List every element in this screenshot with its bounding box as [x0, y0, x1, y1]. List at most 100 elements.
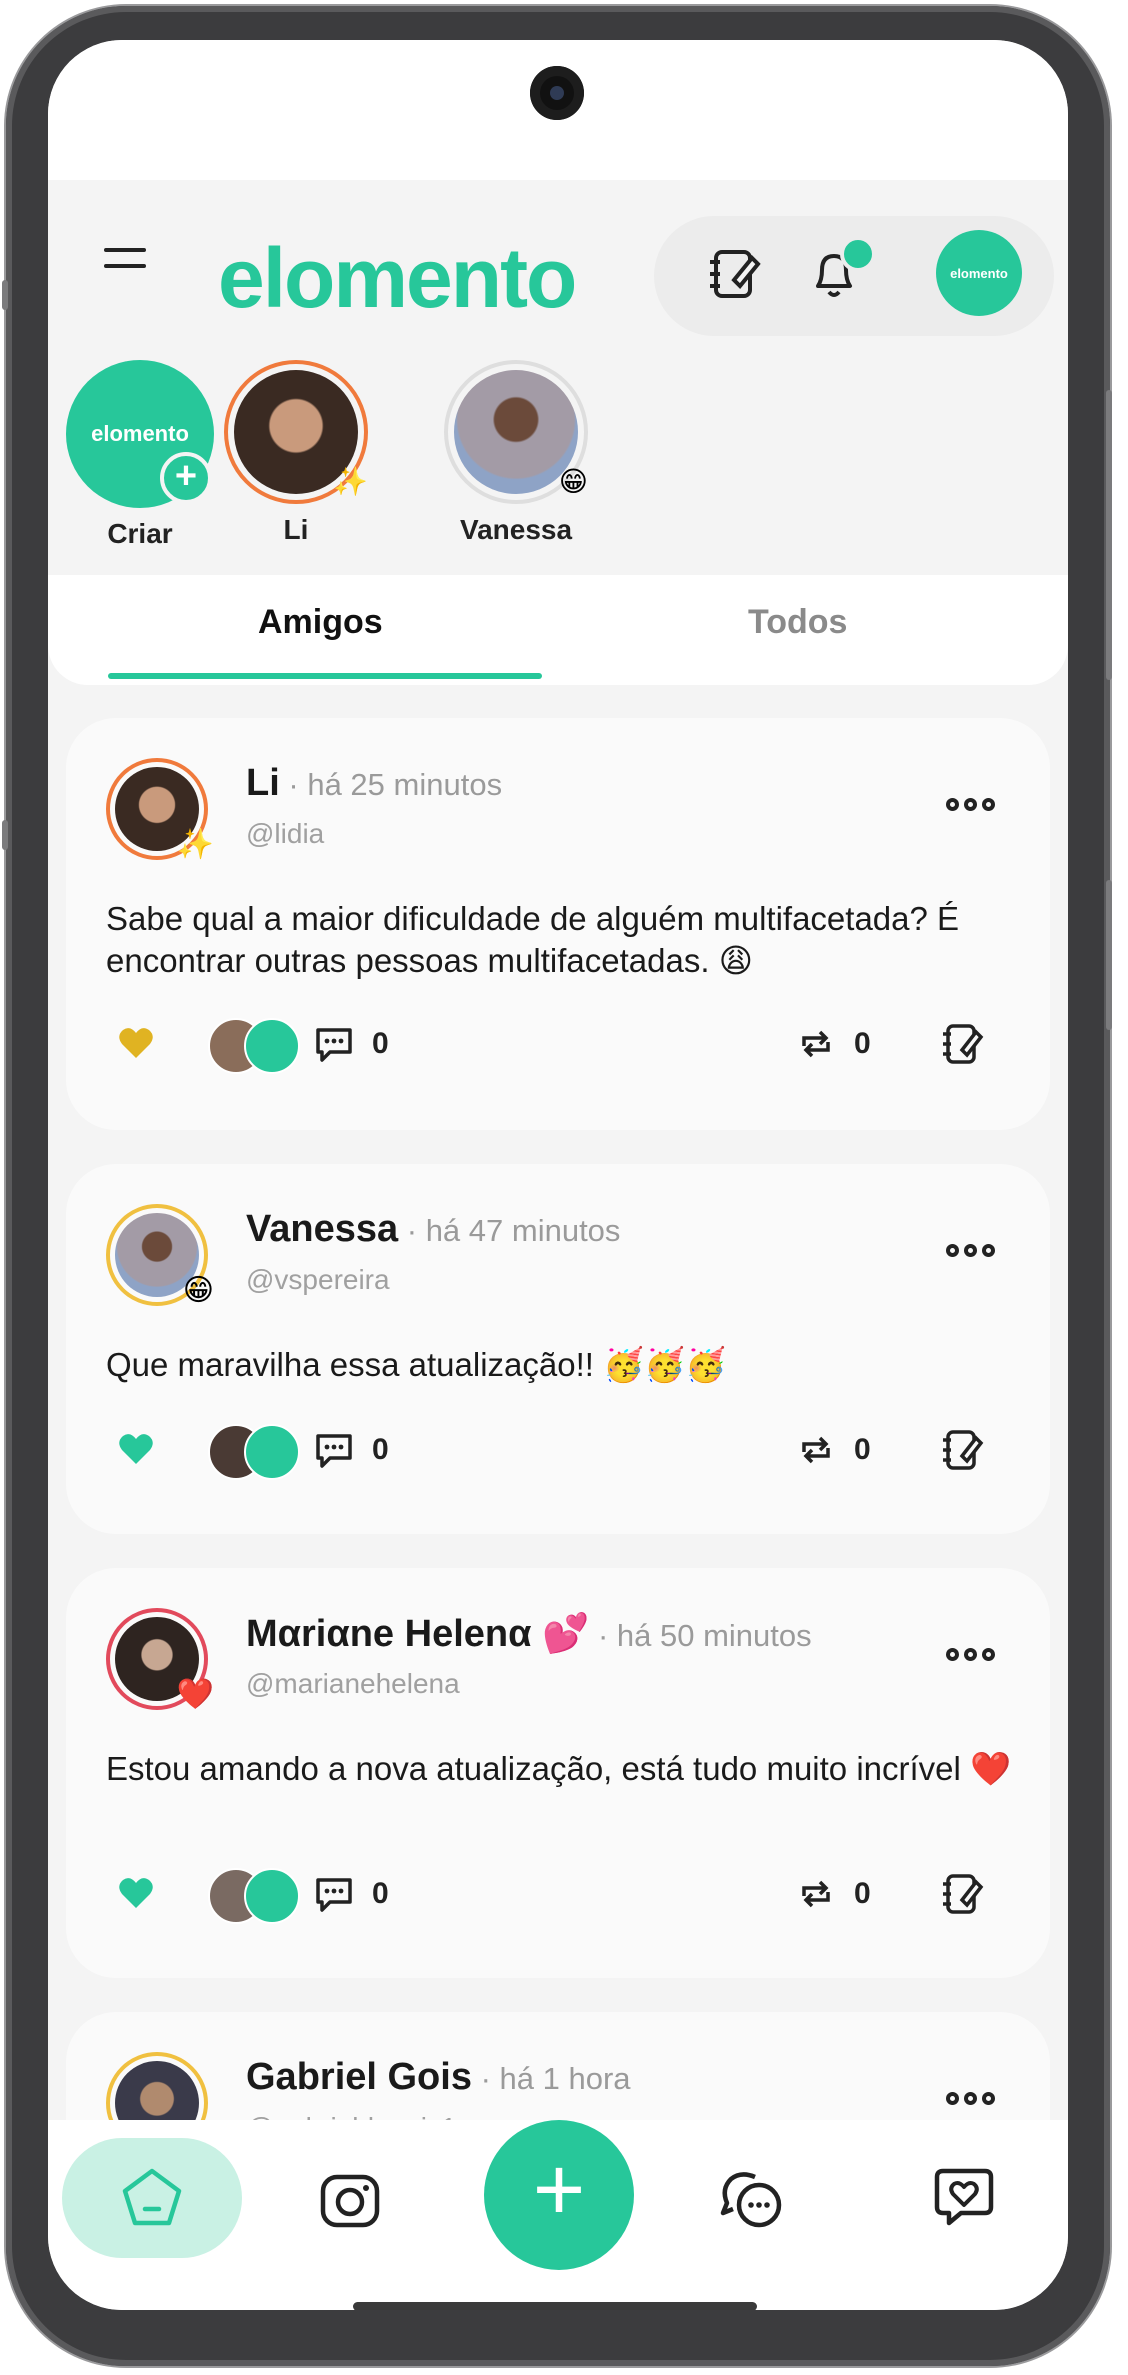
more-options-icon[interactable] [946, 2092, 1000, 2110]
left-button-2 [2, 820, 8, 850]
post-handle[interactable]: @vspereira [246, 1264, 390, 1296]
nav-messages[interactable] [712, 2160, 792, 2240]
post-card: ❤️ Mαriαne Helenα 💕 · há 50 minutos @mar… [66, 1568, 1050, 1978]
like-button[interactable] [116, 1420, 156, 1480]
post-avatar[interactable]: 😁 [106, 1204, 214, 1307]
comment-button[interactable]: 0 [312, 1420, 389, 1480]
post-text: Que maravilha essa atualização!! 🥳🥳🥳 [106, 1346, 727, 1383]
create-post-button[interactable]: + [484, 2120, 634, 2270]
post-card: 😁 Vanessa · há 47 minutos @vspereira Que… [66, 1164, 1050, 1534]
nav-home[interactable] [62, 2138, 242, 2258]
notebook-edit-icon [943, 1430, 984, 1470]
avatar [244, 1018, 300, 1074]
story-ring: ✨ [224, 360, 368, 504]
chat-bubbles-icon [720, 2172, 782, 2228]
author-name: Vanessa [246, 1208, 399, 1250]
liked-by-avatars[interactable] [208, 1018, 300, 1074]
create-story-circle[interactable]: elomento + [66, 360, 214, 508]
home-icon [122, 2168, 182, 2226]
heart-badge: ❤️ [176, 1678, 214, 1711]
tab-amigos[interactable]: Amigos [258, 603, 383, 642]
volume-button [1106, 390, 1112, 680]
post-author[interactable]: Vanessa · há 47 minutos [246, 1208, 620, 1251]
feed-tabs: Amigos Todos [48, 575, 1068, 685]
post-avatar[interactable]: ✨ [106, 758, 214, 861]
like-button[interactable] [116, 1014, 156, 1074]
story-create[interactable]: elomento + Criar [60, 360, 220, 550]
repost-icon [802, 1030, 830, 1058]
quote-button[interactable] [940, 1420, 984, 1480]
story-name: Vanessa [459, 514, 573, 545]
notification-dot [840, 236, 876, 272]
sparkle-badge: ✨ [176, 828, 214, 861]
post-time: · há 25 minutos [279, 767, 503, 802]
quote-button[interactable] [940, 1014, 984, 1074]
story-name: Li [283, 514, 309, 545]
post-time: · há 47 minutos [398, 1213, 621, 1248]
sparkle-badge: ✨ [333, 466, 368, 497]
grin-badge: 😁 [558, 466, 588, 497]
nav-camera[interactable] [310, 2160, 390, 2240]
story-vanessa[interactable]: 😁 Vanessa [436, 360, 596, 546]
more-options-icon[interactable] [946, 1648, 1000, 1666]
more-options-icon[interactable] [946, 1244, 1000, 1262]
avatar [244, 1868, 300, 1924]
author-name: Mαriαne Helenα 💕 [246, 1613, 590, 1655]
post-card: ✨ Li · há 25 minutos @lidia Sabe qual a … [66, 718, 1050, 1130]
liked-by-avatars[interactable] [208, 1868, 300, 1924]
comment-icon [316, 1878, 352, 1912]
avatar [244, 1424, 300, 1480]
grin-badge: 😁 [182, 1274, 214, 1307]
post-time: · há 1 hora [471, 2061, 631, 2096]
profile-avatar[interactable]: elomento [936, 230, 1022, 316]
post-time: · há 50 minutos [589, 1618, 812, 1653]
post-actions: 0 0 [66, 1420, 1050, 1480]
header-actions: elomento [654, 216, 1054, 336]
repost-button[interactable]: 0 [794, 1864, 871, 1924]
post-actions: 0 0 [66, 1864, 1050, 1924]
story-name: Criar [107, 518, 173, 549]
home-indicator [353, 2302, 757, 2310]
post-author[interactable]: Gabriel Gois · há 1 hora [246, 2056, 631, 2099]
author-name: Gabriel Gois [246, 2056, 472, 2098]
comment-icon [316, 1434, 352, 1468]
plus-icon: + [160, 452, 212, 504]
post-avatar[interactable]: ❤️ [106, 1608, 214, 1711]
camera-icon [320, 2174, 380, 2228]
left-button [2, 280, 8, 310]
quote-button[interactable] [940, 1864, 984, 1924]
tab-todos[interactable]: Todos [748, 603, 847, 642]
repost-button[interactable]: 0 [794, 1420, 871, 1480]
power-button [1106, 880, 1112, 1030]
heart-icon [119, 1028, 153, 1058]
liked-by-avatars[interactable] [208, 1424, 300, 1480]
post-handle[interactable]: @marianehelena [246, 1668, 460, 1700]
post-text: Estou amando a nova atualização, está tu… [106, 1750, 1012, 1787]
phone-screen: elomento elomento elomento + Criar ✨ Li … [48, 40, 1068, 2310]
more-options-icon[interactable] [946, 798, 1000, 816]
post-author[interactable]: Li · há 25 minutos [246, 762, 502, 805]
comment-button[interactable]: 0 [312, 1014, 389, 1074]
front-camera [530, 66, 584, 120]
post-handle[interactable]: @lidia [246, 818, 324, 850]
author-name: Li [246, 762, 280, 804]
menu-icon[interactable] [104, 248, 150, 276]
repost-button[interactable]: 0 [794, 1014, 871, 1074]
like-button[interactable] [116, 1864, 156, 1924]
notebook-edit-icon [943, 1874, 984, 1914]
story-li[interactable]: ✨ Li [216, 360, 376, 546]
heart-chat-icon [934, 2168, 994, 2226]
comment-button[interactable]: 0 [312, 1864, 389, 1924]
stories-row: elomento + Criar ✨ Li 😁 Vanessa [48, 340, 1068, 570]
post-author[interactable]: Mαriαne Helenα 💕 · há 50 minutos [246, 1612, 812, 1656]
story-ring: 😁 [444, 360, 588, 504]
repost-count: 0 [854, 1877, 871, 1910]
comment-icon [316, 1028, 352, 1062]
post-actions: 0 0 [66, 1014, 1050, 1074]
tab-underline [108, 673, 542, 679]
nav-favorites[interactable] [924, 2160, 1004, 2240]
app-header: elomento elomento [48, 180, 1068, 340]
repost-count: 0 [854, 1027, 871, 1060]
notebook-edit-icon[interactable] [704, 244, 764, 304]
repost-count: 0 [854, 1433, 871, 1466]
